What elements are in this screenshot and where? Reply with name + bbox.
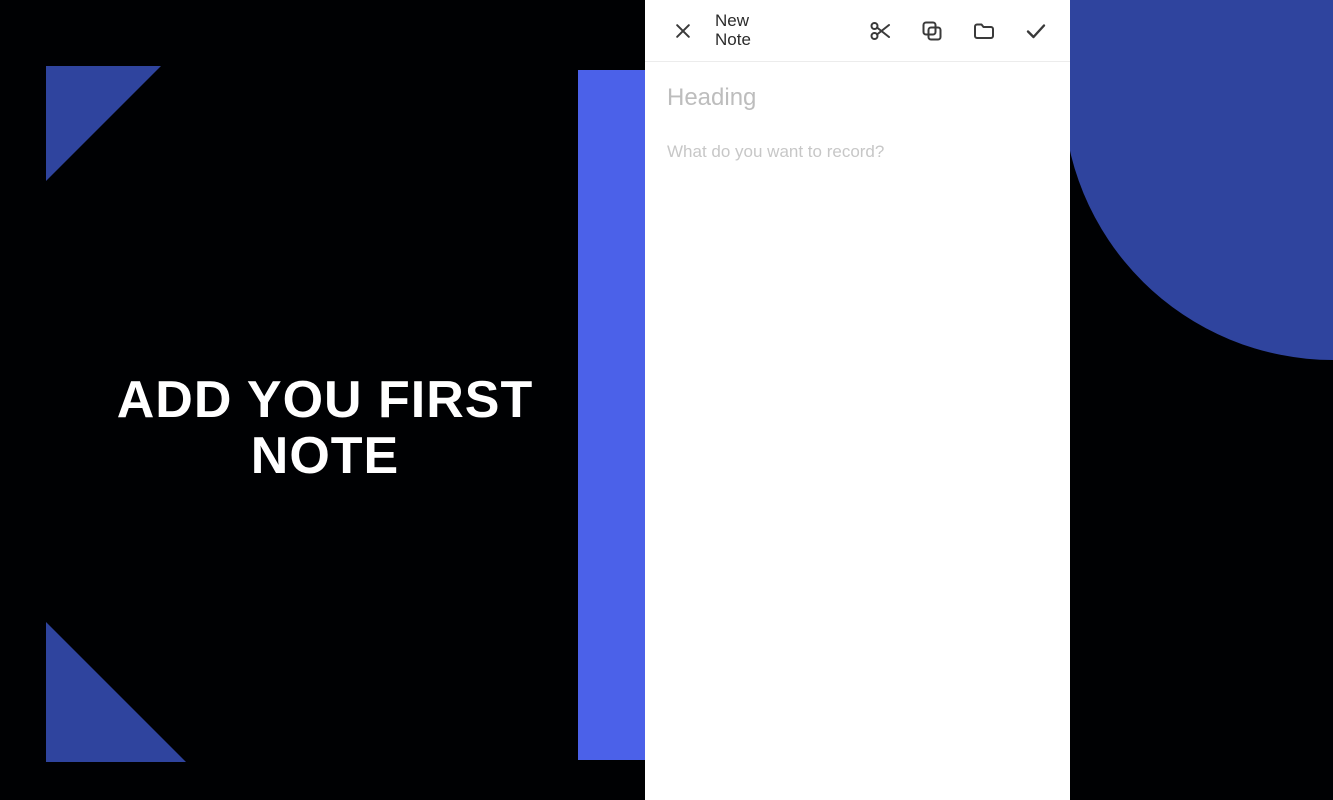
check-icon — [1024, 19, 1048, 43]
app-toolbar: New Note — [645, 0, 1070, 62]
folder-icon — [971, 19, 997, 43]
decor-blue-semicircle — [1063, 0, 1333, 360]
note-app-screen: New Note — [645, 0, 1070, 800]
close-button[interactable] — [663, 11, 703, 51]
promo-headline: ADD YOU FIRST NOTE — [90, 372, 560, 484]
copy-button[interactable] — [912, 11, 952, 51]
confirm-button[interactable] — [1016, 11, 1056, 51]
editor-area: Heading What do you want to record? — [645, 62, 1070, 184]
copy-icon — [920, 19, 944, 43]
scissors-icon — [868, 19, 892, 43]
body-input[interactable]: What do you want to record? — [667, 142, 1048, 162]
heading-input[interactable]: Heading — [667, 84, 1048, 112]
decor-triangle-bottom-left — [46, 622, 186, 762]
decor-triangle-top-left — [46, 66, 161, 181]
cut-button[interactable] — [860, 11, 900, 51]
promo-canvas: ADD YOU FIRST NOTE New Note — [0, 0, 1333, 800]
toolbar-title: New Note — [715, 12, 775, 49]
folder-button[interactable] — [964, 11, 1004, 51]
close-icon — [673, 21, 693, 41]
